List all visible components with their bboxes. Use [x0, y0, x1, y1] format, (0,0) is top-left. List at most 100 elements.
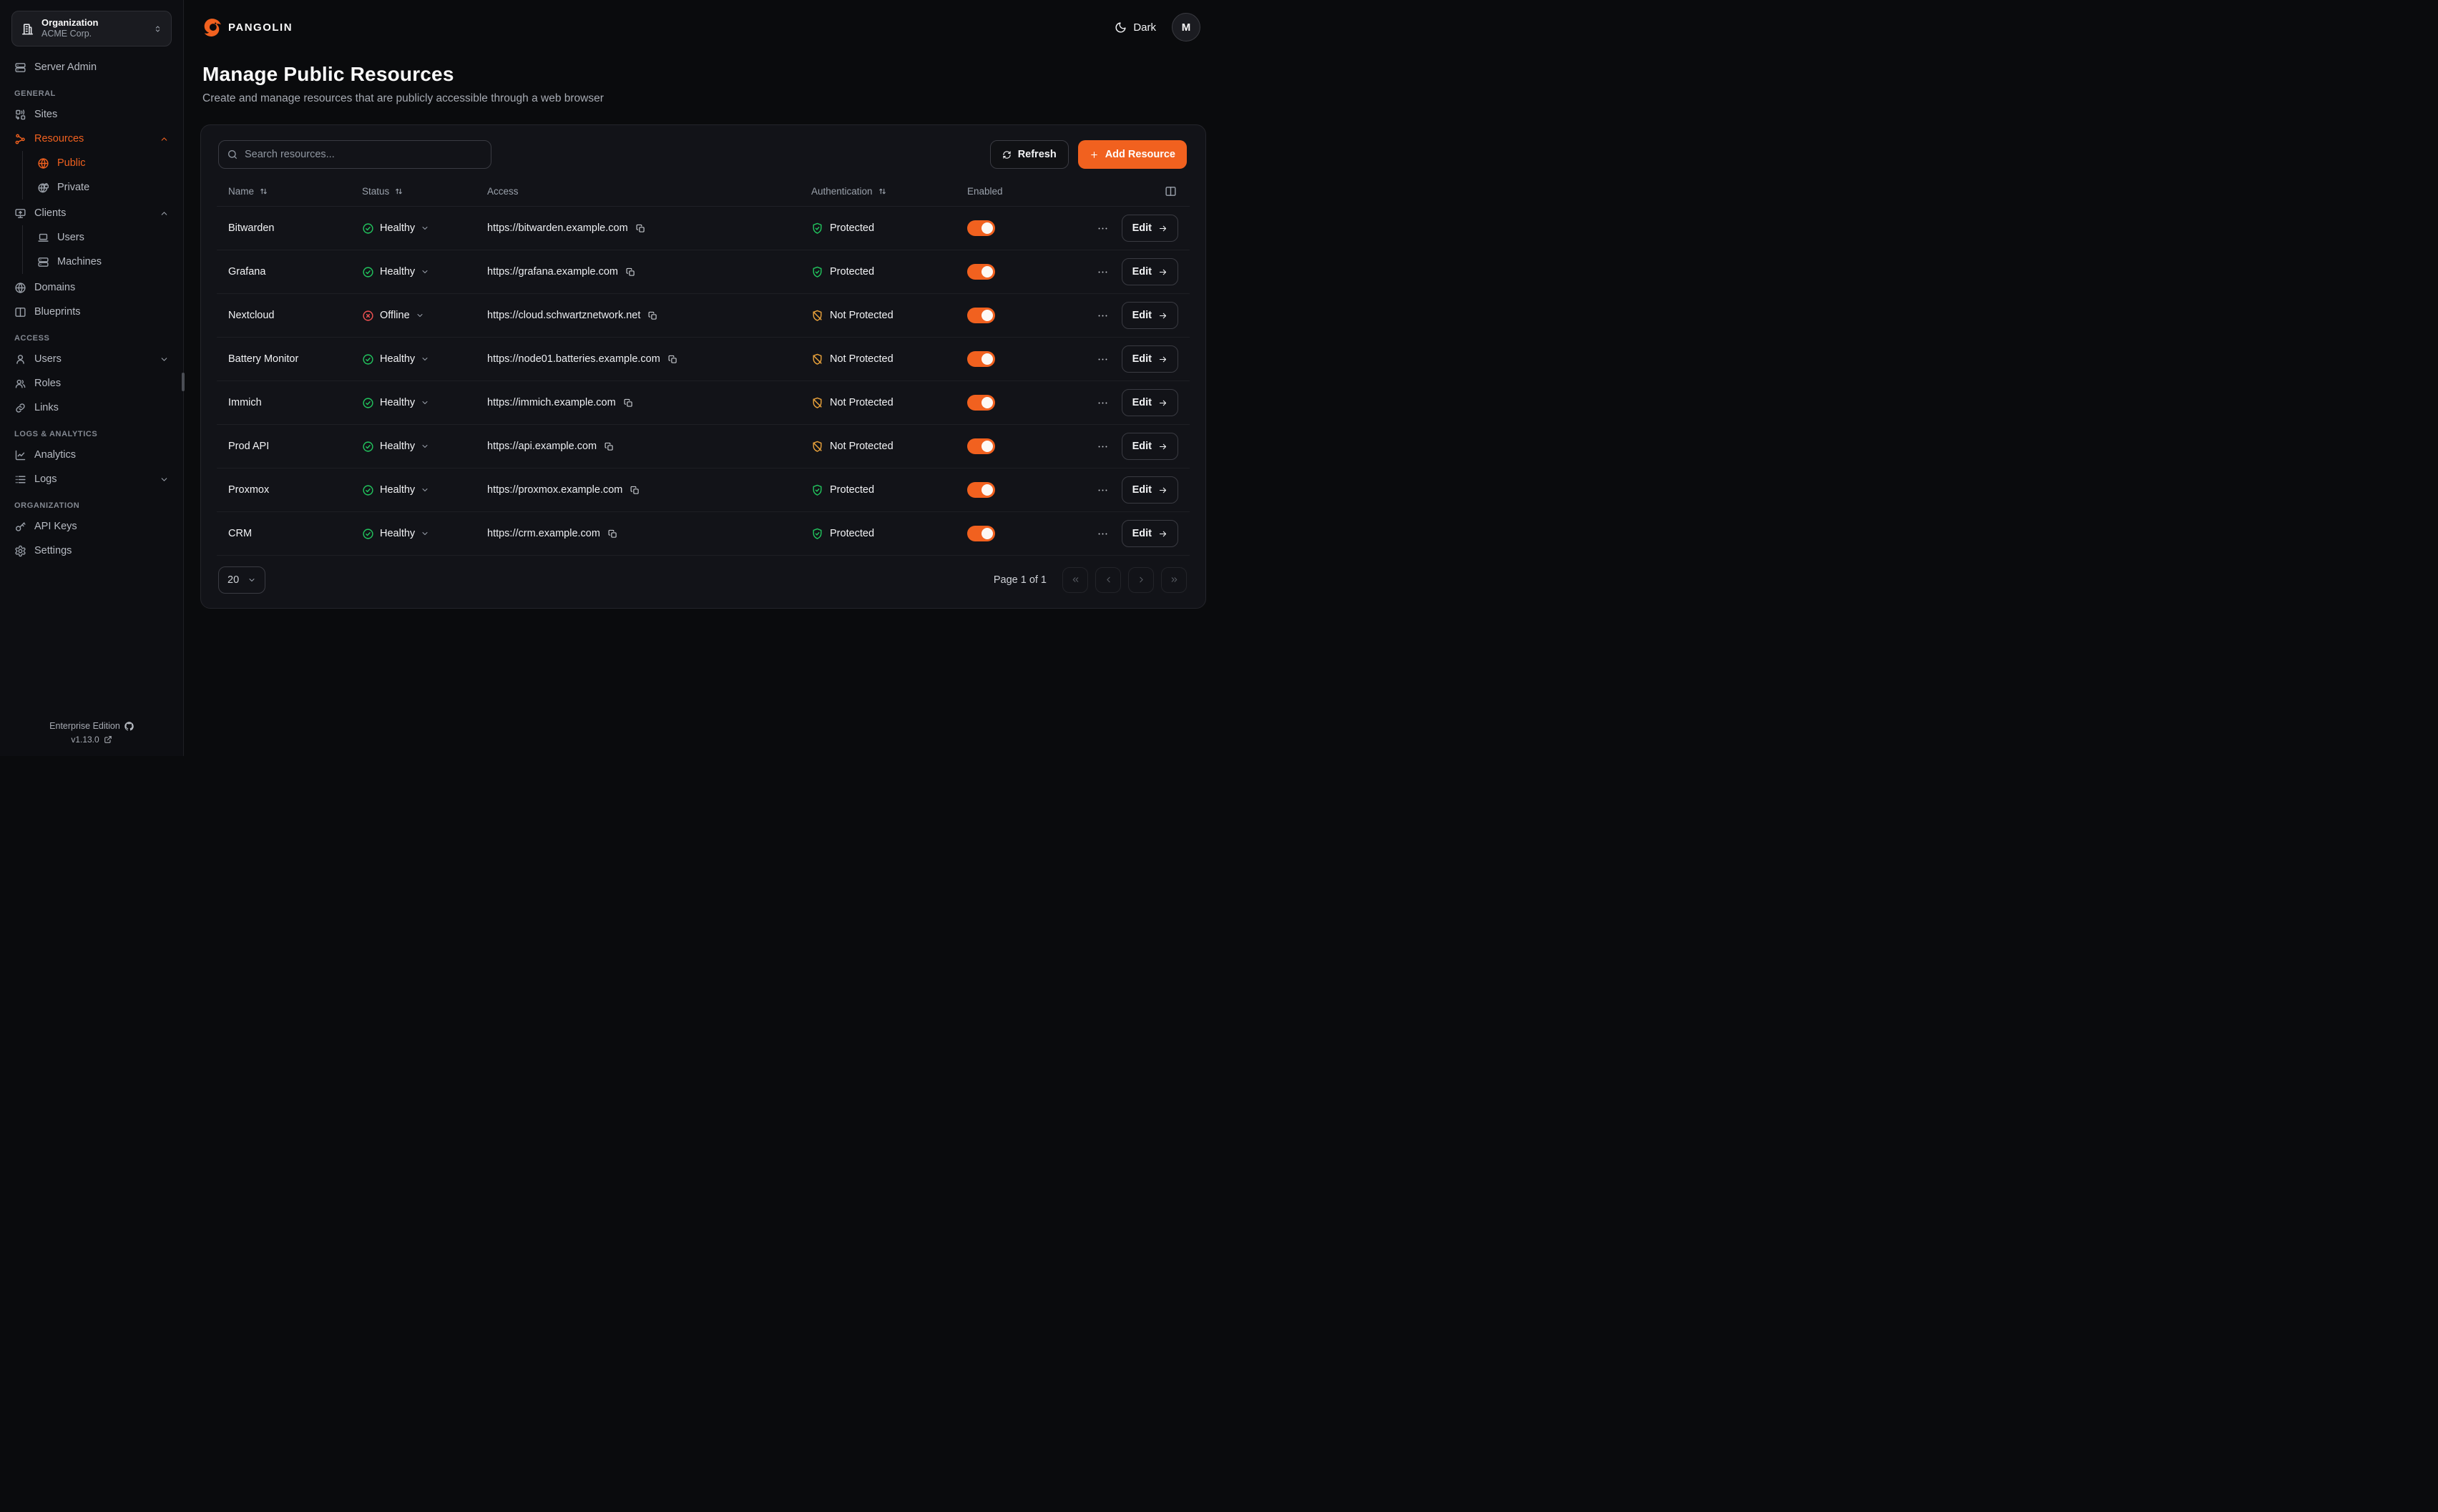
edit-button[interactable]: Edit	[1122, 302, 1178, 329]
sidebar-item-sites[interactable]: Sites	[9, 102, 175, 127]
version-line[interactable]: v1.13.0	[7, 735, 176, 745]
copy-url-button[interactable]	[667, 354, 678, 365]
add-resource-button[interactable]: Add Resource	[1078, 140, 1187, 169]
copy-url-button[interactable]	[630, 485, 640, 496]
column-header-authentication[interactable]: Authentication	[800, 186, 956, 197]
sidebar-item-public[interactable]: Public	[31, 151, 175, 175]
resource-url: https://proxmox.example.com	[487, 484, 622, 496]
next-page-button[interactable]	[1128, 567, 1154, 593]
column-settings-button[interactable]	[1163, 184, 1178, 199]
sidebar-item-clients[interactable]: Clients	[9, 201, 175, 225]
previous-page-button[interactable]	[1095, 567, 1121, 593]
edition-line[interactable]: Enterprise Edition	[7, 721, 176, 731]
sidebar-item-label: Sites	[34, 109, 169, 120]
status-dropdown[interactable]: Healthy	[362, 353, 429, 365]
enabled-toggle[interactable]	[967, 351, 995, 367]
sidebar-item-settings[interactable]: Settings	[9, 539, 175, 563]
enabled-toggle[interactable]	[967, 395, 995, 411]
status-label: Healthy	[380, 528, 415, 539]
enabled-toggle[interactable]	[967, 308, 995, 323]
sidebar-item-resources[interactable]: Resources	[9, 127, 175, 151]
refresh-button[interactable]: Refresh	[990, 140, 1069, 169]
status-dropdown[interactable]: Healthy	[362, 266, 429, 278]
table-row: Bitwarden Healthy https://bitwarden.exam…	[217, 207, 1190, 250]
status-dropdown[interactable]: Offline	[362, 310, 424, 322]
column-header-status[interactable]: Status	[351, 186, 476, 197]
topbar-right: Dark M	[1115, 13, 1200, 41]
chevron-down-icon	[160, 475, 169, 484]
row-menu-button[interactable]	[1095, 265, 1110, 280]
sidebar-item-api-keys[interactable]: API Keys	[9, 514, 175, 539]
row-menu-button[interactable]	[1095, 352, 1110, 367]
sidebar-item-logs[interactable]: Logs	[9, 467, 175, 491]
copy-url-button[interactable]	[623, 398, 634, 408]
theme-toggle[interactable]: Dark	[1115, 21, 1156, 34]
enabled-toggle[interactable]	[967, 220, 995, 236]
app-root: Organization ACME Corp. Server Admin GEN…	[0, 0, 1219, 756]
enabled-toggle[interactable]	[967, 526, 995, 541]
sidebar-item-label: Users	[34, 353, 152, 365]
search-input[interactable]	[218, 140, 491, 169]
row-menu-button[interactable]	[1095, 308, 1110, 323]
sidebar-item-private[interactable]: Private	[31, 175, 175, 200]
ellipsis-icon	[1097, 222, 1109, 235]
ellipsis-icon	[1097, 310, 1109, 322]
copy-icon	[636, 224, 645, 233]
enabled-toggle[interactable]	[967, 482, 995, 498]
sidebar-item-roles[interactable]: Roles	[9, 371, 175, 396]
row-menu-button[interactable]	[1095, 526, 1110, 541]
sidebar-resize-handle[interactable]	[182, 373, 185, 391]
sidebar-item-domains[interactable]: Domains	[9, 275, 175, 300]
sidebar-item-blueprints[interactable]: Blueprints	[9, 300, 175, 324]
copy-url-button[interactable]	[635, 223, 646, 234]
status-dropdown[interactable]: Healthy	[362, 528, 429, 540]
edit-button[interactable]: Edit	[1122, 476, 1178, 504]
sidebar-item-label: Resources	[34, 133, 152, 144]
add-resource-label: Add Resource	[1105, 149, 1175, 160]
edit-button[interactable]: Edit	[1122, 345, 1178, 373]
column-header-name[interactable]: Name	[217, 186, 351, 197]
sidebar-nav: Server Admin GENERAL Sites Resources Pub…	[0, 51, 183, 707]
row-menu-button[interactable]	[1095, 221, 1110, 236]
copy-url-button[interactable]	[647, 310, 658, 321]
copy-url-button[interactable]	[625, 267, 636, 278]
key-icon	[14, 521, 26, 533]
refresh-icon	[1002, 150, 1012, 159]
resources-icon	[14, 133, 26, 145]
row-menu-button[interactable]	[1095, 396, 1110, 411]
sidebar-item-users[interactable]: Users	[9, 347, 175, 371]
edit-button[interactable]: Edit	[1122, 389, 1178, 416]
toggle-knob	[981, 397, 993, 408]
copy-url-button[interactable]	[604, 441, 615, 452]
page-size-select[interactable]: 20	[218, 566, 265, 594]
edit-button[interactable]: Edit	[1122, 433, 1178, 460]
org-selector[interactable]: Organization ACME Corp.	[11, 11, 172, 46]
edit-button[interactable]: Edit	[1122, 258, 1178, 285]
list-icon	[14, 473, 26, 486]
sidebar-item-links[interactable]: Links	[9, 396, 175, 420]
copy-url-button[interactable]	[607, 529, 618, 539]
status-dropdown[interactable]: Healthy	[362, 397, 429, 409]
page-subtitle: Create and manage resources that are pub…	[202, 92, 1200, 105]
first-page-button[interactable]	[1062, 567, 1088, 593]
last-page-button[interactable]	[1161, 567, 1187, 593]
sidebar-item-server-admin[interactable]: Server Admin	[9, 55, 175, 79]
status-dropdown[interactable]: Healthy	[362, 484, 429, 496]
avatar[interactable]: M	[1172, 13, 1200, 41]
sidebar-item-analytics[interactable]: Analytics	[9, 443, 175, 467]
row-menu-button[interactable]	[1095, 439, 1110, 454]
sidebar-item-client-users[interactable]: Users	[31, 225, 175, 250]
sidebar-item-machines[interactable]: Machines	[31, 250, 175, 274]
toggle-knob	[981, 222, 993, 234]
enabled-toggle[interactable]	[967, 264, 995, 280]
status-dropdown[interactable]: Healthy	[362, 441, 429, 453]
edit-button[interactable]: Edit	[1122, 215, 1178, 242]
enabled-toggle[interactable]	[967, 438, 995, 454]
brand-logo[interactable]: PANGOLIN	[202, 18, 293, 37]
shield-off-icon	[811, 397, 823, 409]
edit-button[interactable]: Edit	[1122, 520, 1178, 547]
external-link-icon	[104, 735, 112, 744]
sites-icon	[14, 109, 26, 121]
status-dropdown[interactable]: Healthy	[362, 222, 429, 235]
row-menu-button[interactable]	[1095, 483, 1110, 498]
